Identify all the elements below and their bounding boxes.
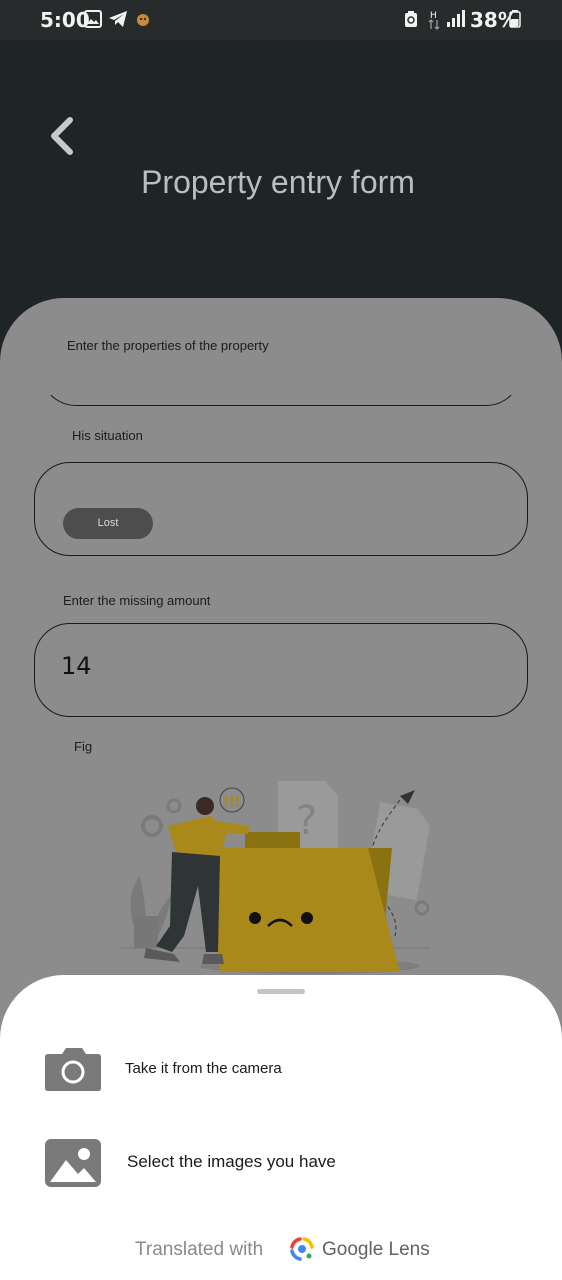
status-bar: 5:00 H 38%: [0, 0, 562, 40]
signal-icon: [447, 10, 465, 27]
sheet-drag-handle[interactable]: [257, 989, 305, 994]
status-time: 5:00: [40, 8, 90, 32]
person-pushing-folder-illustration: ? !!!: [120, 781, 430, 974]
telegram-icon: [109, 11, 127, 27]
svg-text:!!!: !!!: [223, 795, 241, 810]
translated-with-text: Translated with: [135, 1239, 264, 1260]
recycle-icon: [405, 11, 417, 27]
app-notification-icon: [137, 14, 149, 26]
page-title: Property entry form: [141, 164, 415, 200]
missing-amount-label: Enter the missing amount: [63, 593, 211, 608]
fig-label: Fig: [74, 739, 93, 754]
camera-icon: [45, 1048, 101, 1091]
google-lens-brand: Google Lens: [322, 1239, 430, 1260]
property-field-edge[interactable]: [40, 344, 522, 406]
battery-icon: [509, 10, 521, 28]
google-lens-icon: [290, 1237, 314, 1261]
chevron-left-icon[interactable]: [44, 114, 84, 158]
situation-chip[interactable]: Lost: [63, 508, 153, 539]
gallery-option[interactable]: Select the images you have: [0, 1130, 562, 1200]
data-arrows-icon: H: [428, 11, 440, 30]
gallery-option-label: Select the images you have: [127, 1152, 336, 1171]
missing-amount-value[interactable]: 14: [61, 652, 92, 680]
image-gallery-icon: [45, 1139, 101, 1187]
translation-footer: Translated with Google Lens: [0, 1236, 562, 1266]
image-source-bottom-sheet: [0, 975, 562, 1280]
situation-label: His situation: [72, 428, 143, 443]
camera-option-label: Take it from the camera: [125, 1060, 282, 1077]
camera-option[interactable]: Take it from the camera: [0, 1034, 562, 1104]
missing-amount-field[interactable]: [34, 623, 528, 717]
gallery-icon: [84, 10, 102, 28]
